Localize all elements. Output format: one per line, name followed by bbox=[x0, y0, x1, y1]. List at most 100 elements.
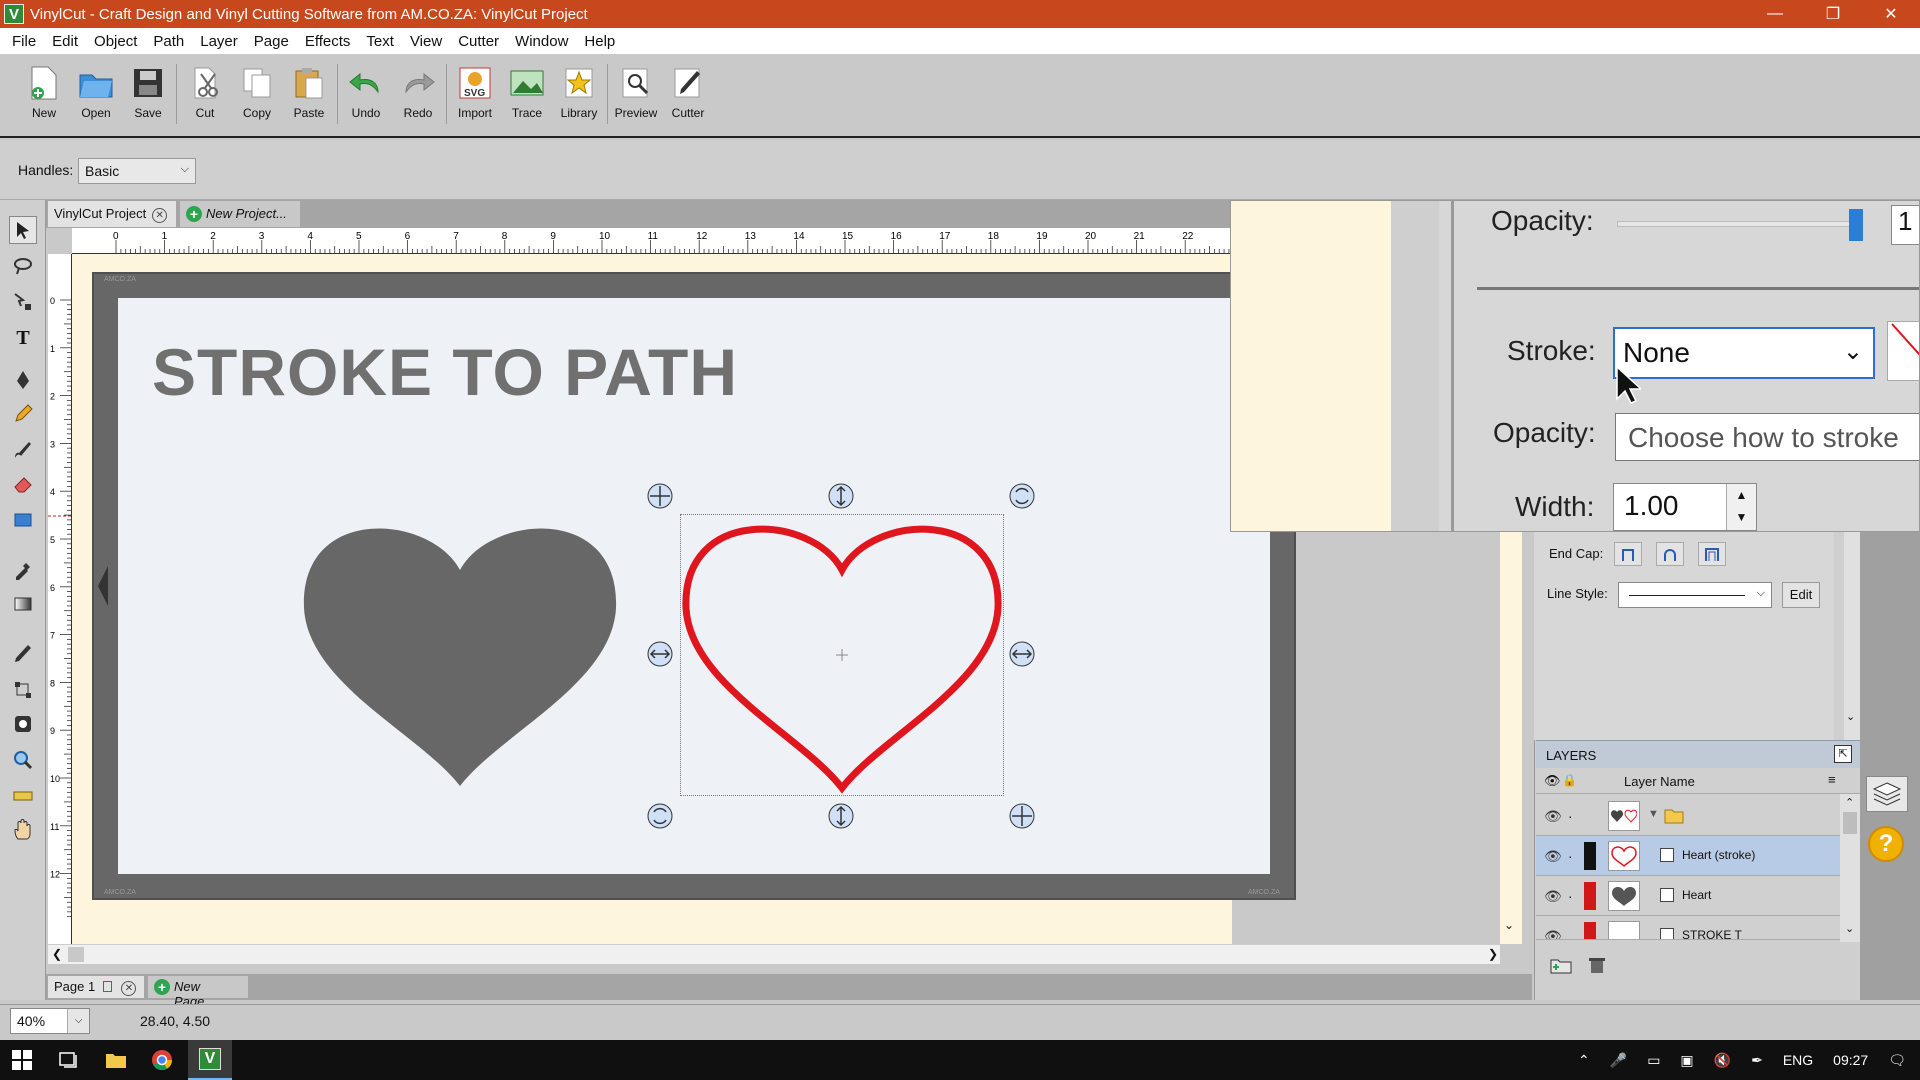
close-tab-icon[interactable]: ✕ bbox=[152, 208, 168, 223]
menu-text[interactable]: Text bbox=[358, 33, 402, 50]
zoom-level-select[interactable]: 40% ⌵ bbox=[10, 1008, 90, 1034]
input-language[interactable]: ENG bbox=[1783, 1052, 1813, 1068]
show-hidden-icons-chevron-icon[interactable]: ⌃ bbox=[1578, 1052, 1590, 1069]
measure-tool-icon[interactable] bbox=[9, 782, 37, 810]
rotate-handle-top-right[interactable] bbox=[1008, 482, 1036, 513]
menu-edit[interactable]: Edit bbox=[44, 33, 86, 50]
windows-start-icon[interactable] bbox=[0, 1040, 44, 1080]
tab-new-project[interactable]: + New Project... bbox=[180, 201, 300, 227]
eyedropper-tool-icon[interactable] bbox=[9, 556, 37, 584]
clock-time[interactable]: 09:27 bbox=[1833, 1052, 1868, 1068]
scroll-up-icon[interactable]: ⌃ bbox=[1845, 796, 1854, 809]
close-tab-icon[interactable]: ✕ bbox=[121, 981, 137, 996]
weld-tool-icon[interactable] bbox=[9, 710, 37, 738]
new-button[interactable]: New bbox=[18, 64, 70, 120]
spin-arrows-icon[interactable]: ▲ ▼ bbox=[1726, 484, 1756, 530]
menu-effects[interactable]: Effects bbox=[297, 33, 359, 50]
rotate-handle-top-left[interactable] bbox=[646, 482, 674, 513]
task-view-icon[interactable] bbox=[48, 1040, 88, 1080]
select-tool-icon[interactable] bbox=[9, 216, 37, 244]
help-question-icon[interactable]: ? bbox=[1868, 826, 1904, 862]
stroke-to-path-text-object[interactable]: STROKE TO PATH bbox=[152, 334, 738, 410]
layers-stack-icon[interactable] bbox=[1866, 776, 1908, 812]
horizontal-scrollbar[interactable]: ❮ ❯ bbox=[48, 944, 1500, 964]
lock-toggle[interactable]: · bbox=[1568, 848, 1573, 864]
pen-workspace-icon[interactable]: ✒ bbox=[1751, 1052, 1763, 1069]
pan-hand-icon[interactable] bbox=[9, 816, 37, 844]
close-button[interactable]: ✕ bbox=[1862, 0, 1920, 28]
stroke-heart-shape[interactable] bbox=[680, 514, 1004, 796]
add-layer-icon[interactable] bbox=[1550, 956, 1572, 977]
scale-handle-bottom[interactable] bbox=[827, 802, 855, 833]
restore-button[interactable]: ❐ bbox=[1804, 0, 1862, 28]
scale-handle-top[interactable] bbox=[827, 482, 855, 513]
copy-button[interactable]: Copy bbox=[231, 64, 283, 120]
column-menu-icon[interactable]: ≡ bbox=[1828, 772, 1836, 787]
line-style-select[interactable]: ⌵ bbox=[1618, 582, 1772, 608]
fill-opacity-slider-thumb[interactable] bbox=[1849, 209, 1863, 241]
menu-layer[interactable]: Layer bbox=[192, 33, 246, 50]
visibility-eye-icon[interactable]: 👁 bbox=[1544, 808, 1562, 825]
knife-tool-icon[interactable] bbox=[9, 640, 37, 668]
lasso-tool-icon[interactable] bbox=[9, 252, 37, 280]
minimize-button[interactable]: — bbox=[1746, 0, 1804, 28]
scroll-left-icon[interactable]: ❮ bbox=[52, 947, 62, 961]
paste-button[interactable]: Paste bbox=[283, 64, 335, 120]
visibility-eye-icon[interactable]: 👁 bbox=[1544, 928, 1562, 939]
layer-row-group[interactable]: 👁 · ▼ bbox=[1536, 796, 1840, 836]
menu-view[interactable]: View bbox=[402, 33, 450, 50]
stroke-width-spinbox[interactable]: 1.00 ▲ ▼ bbox=[1613, 483, 1757, 531]
network-icon[interactable]: ▣ bbox=[1680, 1052, 1693, 1069]
layer-color-swatch[interactable] bbox=[1584, 922, 1596, 939]
square-cap-button[interactable] bbox=[1698, 542, 1726, 566]
layers-scrollbar[interactable]: ⌃ ⌄ bbox=[1840, 794, 1860, 942]
pencil-tool-icon[interactable] bbox=[9, 400, 37, 428]
visibility-eye-icon[interactable]: 👁 bbox=[1544, 888, 1562, 905]
menu-page[interactable]: Page bbox=[246, 33, 297, 50]
microphone-icon[interactable]: 🎤 bbox=[1610, 1052, 1627, 1069]
notifications-icon[interactable]: 🗨 bbox=[1888, 1052, 1906, 1069]
delete-layer-trash-icon[interactable] bbox=[1588, 956, 1606, 977]
layer-row-heart-stroke[interactable]: 👁 · Heart (stroke) bbox=[1536, 836, 1840, 876]
stroke-color-swatch[interactable] bbox=[1887, 321, 1919, 381]
brush-tool-icon[interactable] bbox=[9, 436, 37, 464]
handles-select[interactable]: Basic ⌵ bbox=[78, 158, 196, 184]
menu-cutter[interactable]: Cutter bbox=[450, 33, 507, 50]
chrome-browser-icon[interactable] bbox=[142, 1040, 182, 1080]
round-cap-button[interactable] bbox=[1656, 542, 1684, 566]
menu-object[interactable]: Object bbox=[86, 33, 145, 50]
scrollbar-thumb[interactable] bbox=[1843, 812, 1857, 834]
layer-row-heart[interactable]: 👁 · Heart bbox=[1536, 876, 1840, 916]
layer-color-swatch[interactable] bbox=[1584, 882, 1596, 910]
preview-button[interactable]: Preview bbox=[610, 64, 662, 120]
cut-button[interactable]: Cut bbox=[179, 64, 231, 120]
menu-path[interactable]: Path bbox=[145, 33, 192, 50]
tab-new-page[interactable]: + New Page... bbox=[148, 976, 248, 1009]
expand-triangle-icon[interactable]: ▼ bbox=[1648, 808, 1659, 820]
battery-icon[interactable]: ▭ bbox=[1647, 1052, 1660, 1069]
cutter-button[interactable]: Cutter bbox=[662, 64, 714, 120]
line-style-edit-button[interactable]: Edit bbox=[1782, 582, 1820, 608]
menu-file[interactable]: File bbox=[4, 33, 44, 50]
butt-cap-button[interactable] bbox=[1614, 542, 1642, 566]
scroll-down-icon[interactable]: ⌄ bbox=[1504, 918, 1514, 932]
import-button[interactable]: SVG Import bbox=[449, 64, 501, 120]
undo-button[interactable]: Undo bbox=[340, 64, 392, 120]
fill-opacity-slider[interactable] bbox=[1617, 221, 1857, 227]
save-button[interactable]: Save bbox=[122, 64, 174, 120]
layer-color-swatch[interactable] bbox=[1584, 842, 1596, 870]
file-explorer-icon[interactable] bbox=[96, 1040, 136, 1080]
text-tool-icon[interactable]: T bbox=[9, 324, 37, 352]
redo-button[interactable]: Redo bbox=[392, 64, 444, 120]
gradient-tool-icon[interactable] bbox=[9, 590, 37, 618]
popout-icon[interactable]: ⇱ bbox=[1834, 745, 1852, 763]
rotate-handle-bottom-right[interactable] bbox=[1008, 802, 1036, 833]
scale-handle-right[interactable] bbox=[1008, 640, 1036, 671]
visibility-eye-icon[interactable]: 👁 bbox=[1544, 848, 1562, 865]
trace-button[interactable]: Trace bbox=[501, 64, 553, 120]
menu-window[interactable]: Window bbox=[507, 33, 576, 50]
scroll-down-icon[interactable]: ⌄ bbox=[1845, 922, 1854, 935]
tab-page-1[interactable]: Page 1 ✕ bbox=[48, 976, 144, 998]
stroke-type-select[interactable]: None ⌄ bbox=[1613, 327, 1875, 379]
connector-tool-icon[interactable] bbox=[9, 676, 37, 704]
